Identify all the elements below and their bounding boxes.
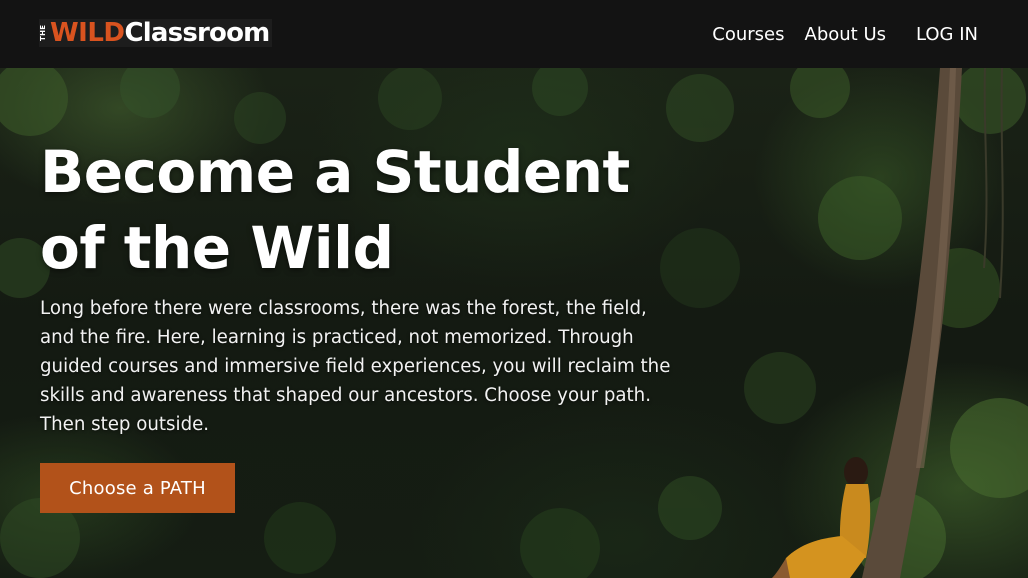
hero-title-line-2: of the Wild: [40, 214, 394, 282]
page: THE WILD Classroom Courses About Us LOG …: [0, 0, 1028, 578]
logo-wild: WILD: [50, 18, 125, 48]
choose-path-button[interactable]: Choose a PATH: [40, 463, 235, 513]
hero-title-line-1: Become a Student: [40, 138, 630, 206]
site-header: THE WILD Classroom Courses About Us LOG …: [0, 0, 1028, 68]
hero-description: Long before there were classrooms, there…: [40, 298, 671, 435]
nav-link-courses[interactable]: Courses: [712, 24, 784, 45]
nav-link-log-in[interactable]: LOG IN: [916, 24, 978, 45]
hero-title: Become a Student of the Wild: [40, 134, 720, 286]
main-nav: Courses About Us LOG IN: [692, 0, 978, 68]
logo-classroom: Classroom: [124, 18, 271, 48]
nav-link-about-us[interactable]: About Us: [805, 24, 887, 45]
site-logo[interactable]: THE WILD Classroom: [39, 18, 273, 48]
hero-section: Become a Student of the Wild Long before…: [0, 68, 1028, 578]
logo-the: THE: [39, 24, 47, 42]
